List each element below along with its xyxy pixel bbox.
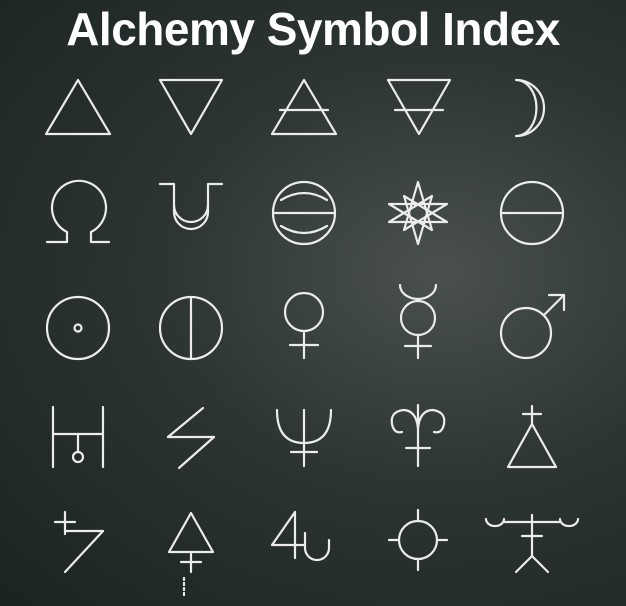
jupiter-icon [270, 510, 331, 562]
comb-icon [51, 405, 105, 469]
triangle-arrow-icon [167, 511, 215, 600]
triangle-cross-icon [506, 404, 558, 469]
circle-cross-icon [387, 508, 449, 572]
saturn-icon [53, 510, 105, 574]
water-icon [158, 78, 224, 136]
lightning-icon [166, 406, 216, 470]
omega-icon [45, 179, 111, 244]
mars-icon [499, 293, 566, 360]
figure-icon [484, 513, 580, 574]
bell-icon [158, 182, 224, 231]
sun-icon [45, 295, 111, 361]
curl-icon [390, 403, 446, 468]
star-icon [387, 180, 449, 246]
symbol-grid [44, 78, 580, 600]
venus-icon [283, 291, 325, 360]
moon-icon [514, 78, 546, 138]
circle-line-icon [499, 180, 565, 246]
air-icon [270, 78, 338, 136]
neptune-icon [275, 408, 333, 468]
split-circle-icon [158, 295, 224, 361]
mercury-icon [398, 283, 438, 360]
sphere-icon [271, 180, 337, 246]
earth-icon [386, 78, 452, 136]
fire-icon [44, 78, 112, 136]
